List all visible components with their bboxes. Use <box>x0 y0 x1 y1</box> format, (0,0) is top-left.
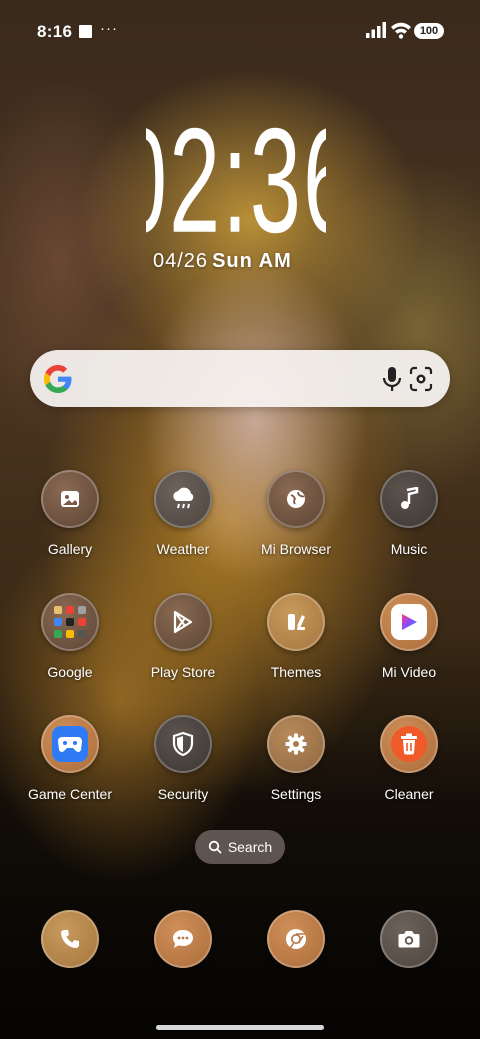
phone-icon <box>41 910 99 968</box>
clock-date: 04/26 <box>153 250 209 272</box>
gamepad-icon <box>41 715 99 773</box>
search-pill-label: Search <box>227 839 273 855</box>
signal-icon <box>366 22 386 38</box>
folder-icon <box>41 593 99 651</box>
app-music[interactable]: Music <box>354 470 464 557</box>
dock-messages[interactable] <box>128 910 238 968</box>
app-mi-video[interactable]: Mi Video <box>354 593 464 680</box>
app-label: Google <box>47 664 93 680</box>
app-game-center[interactable]: Game Center <box>15 715 125 802</box>
camera-icon <box>380 910 438 968</box>
clock-weekday: Sun AM <box>212 250 292 272</box>
music-note-icon <box>380 470 438 528</box>
chrome-icon <box>267 910 325 968</box>
google-search-bar[interactable] <box>30 350 450 407</box>
wifi-icon <box>391 22 411 39</box>
globe-icon <box>267 470 325 528</box>
gallery-icon <box>41 470 99 528</box>
app-themes[interactable]: Themes <box>241 593 351 680</box>
google-g-icon <box>44 365 72 393</box>
clock-time-display: 02:36 <box>146 98 326 236</box>
app-google-folder[interactable]: Google <box>15 593 125 680</box>
themes-icon <box>267 593 325 651</box>
app-label: Music <box>390 541 428 557</box>
app-security[interactable]: Security <box>128 715 238 802</box>
more-notifications-icon: ··· <box>100 20 118 37</box>
app-label: Weather <box>156 541 210 557</box>
app-cleaner[interactable]: Cleaner <box>354 715 464 802</box>
play-store-icon <box>154 593 212 651</box>
status-time: 8:16 <box>37 22 73 41</box>
notification-square-icon <box>79 25 92 38</box>
home-indicator[interactable] <box>156 1025 324 1030</box>
dock-phone[interactable] <box>15 910 125 968</box>
search-icon <box>208 840 222 854</box>
app-weather[interactable]: Weather <box>128 470 238 557</box>
app-search-button[interactable]: Search <box>195 830 285 864</box>
app-gallery[interactable]: Gallery <box>15 470 125 557</box>
dock-chrome[interactable] <box>241 910 351 968</box>
app-label: Play Store <box>150 664 216 680</box>
app-label: Game Center <box>27 786 113 802</box>
weather-icon <box>154 470 212 528</box>
gear-icon <box>267 715 325 773</box>
app-label: Settings <box>270 786 322 802</box>
message-icon <box>154 910 212 968</box>
app-label: Security <box>157 786 209 802</box>
app-label: Cleaner <box>384 786 434 802</box>
mic-icon[interactable] <box>380 365 404 393</box>
app-label: Themes <box>270 664 322 680</box>
status-bar: 8:16 ··· 100 <box>0 0 480 64</box>
app-label: Gallery <box>47 541 93 557</box>
dock-camera[interactable] <box>354 910 464 968</box>
lens-icon[interactable] <box>408 365 434 393</box>
trash-icon <box>380 715 438 773</box>
clock-date-line: 04/26 Sun AM <box>153 250 292 273</box>
app-mi-browser[interactable]: Mi Browser <box>241 470 351 557</box>
app-play-store[interactable]: Play Store <box>128 593 238 680</box>
mi-video-icon <box>380 593 438 651</box>
app-settings[interactable]: Settings <box>241 715 351 802</box>
clock-time: 02:36 <box>146 98 326 236</box>
app-label: Mi Browser <box>260 541 331 557</box>
battery-indicator: 100 <box>414 23 444 39</box>
shield-icon <box>154 715 212 773</box>
app-label: Mi Video <box>381 664 437 680</box>
